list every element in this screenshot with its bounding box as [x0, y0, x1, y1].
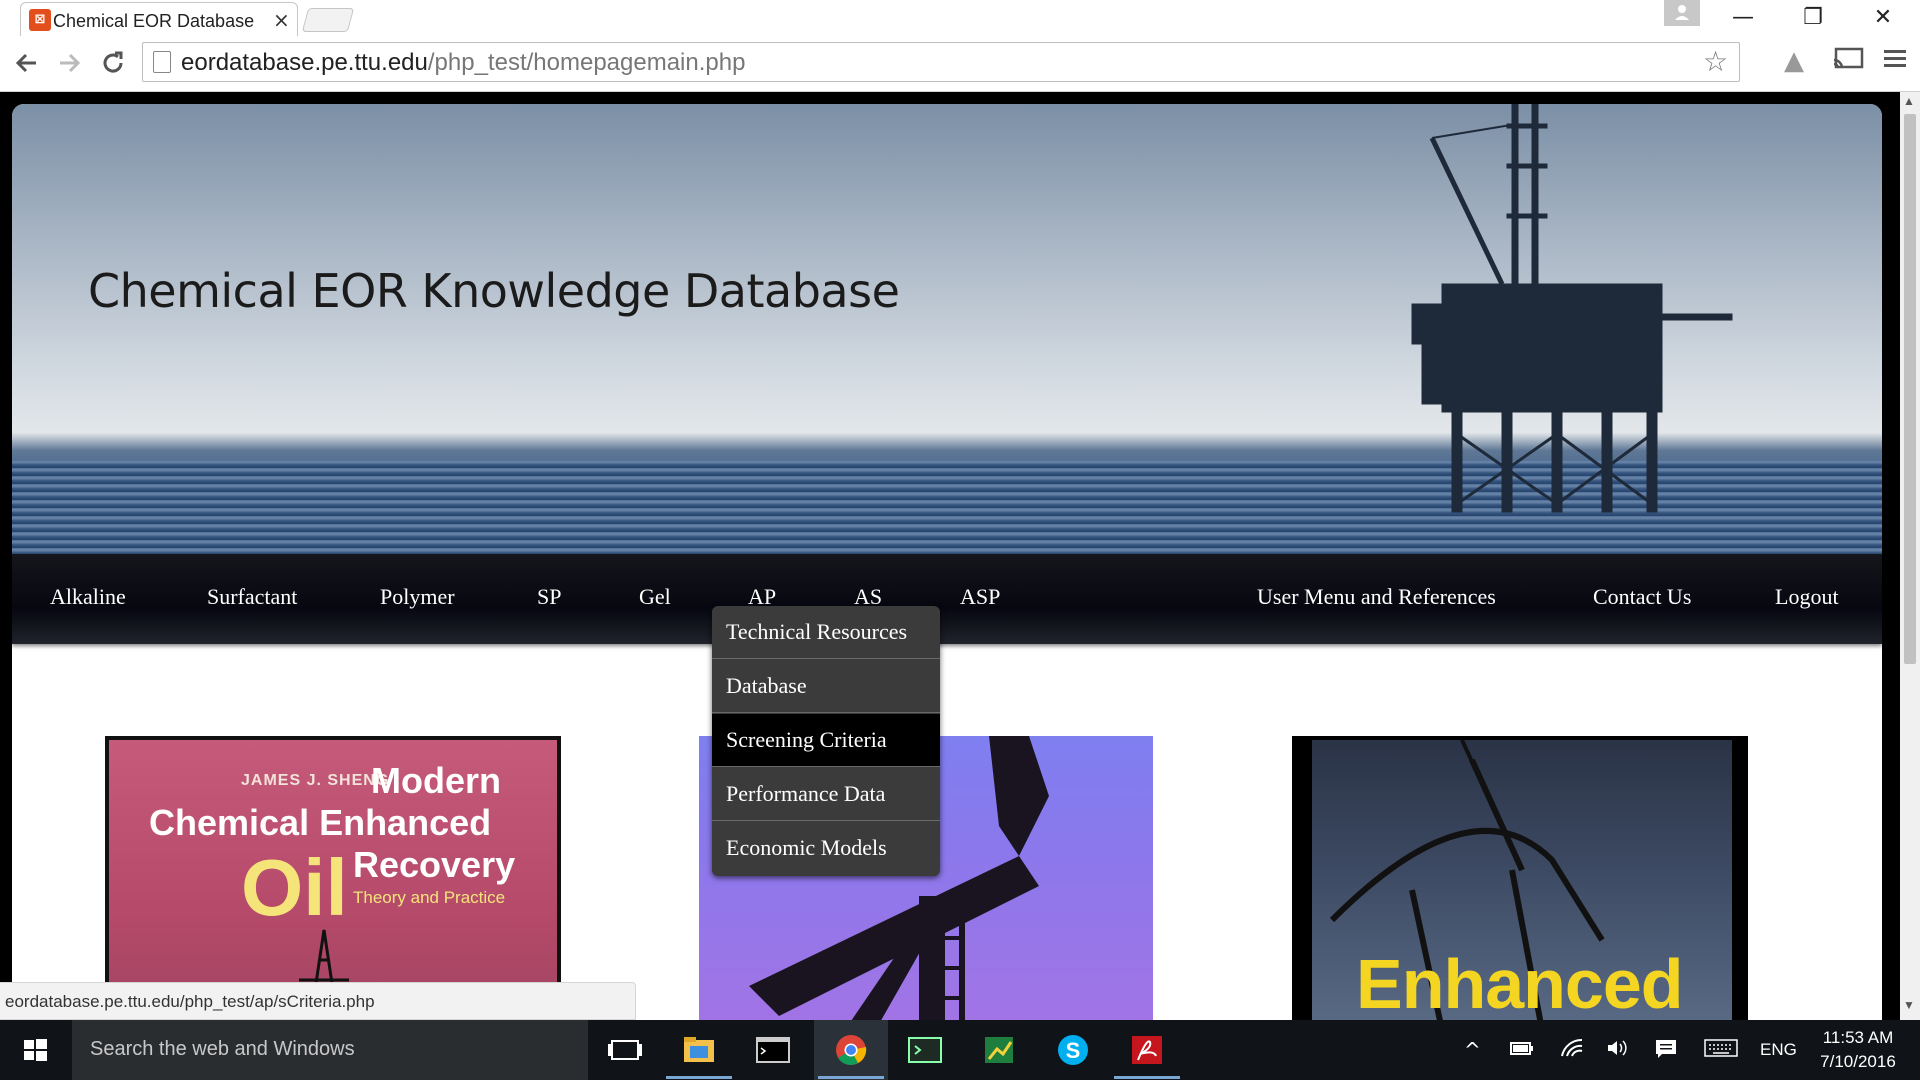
- page-icon: [153, 51, 171, 73]
- nav-contact-us[interactable]: Contact Us: [1593, 584, 1691, 610]
- forward-arrow-icon[interactable]: [50, 44, 88, 82]
- nav-sp[interactable]: SP: [537, 584, 561, 610]
- vertical-scrollbar[interactable]: ▲ ▼: [1900, 92, 1920, 1020]
- book1-line3b: Recovery: [353, 844, 516, 885]
- chrome-running-indicator: [818, 1076, 884, 1079]
- chrome-taskbar-icon[interactable]: [814, 1020, 888, 1080]
- main-nav-bar: Alkaline Surfactant Polymer SP Gel AP AS…: [12, 554, 1882, 644]
- svg-text:S: S: [1066, 1038, 1081, 1063]
- oil-rig-image: [1411, 104, 1733, 513]
- minimize-icon[interactable]: —: [1720, 2, 1766, 34]
- clock-date: 7/10/2016: [1820, 1052, 1896, 1071]
- wifi-icon[interactable]: [1560, 1038, 1584, 1063]
- xampp-favicon-icon: ⊠: [29, 9, 51, 31]
- book1-author: JAMES J. SHENG: [241, 772, 390, 789]
- dropdown-economic-models[interactable]: Economic Models: [712, 822, 940, 875]
- new-tab-button[interactable]: [301, 8, 355, 32]
- tab-title: Chemical EOR Database: [53, 11, 255, 31]
- acrobat-running-indicator: [1114, 1076, 1180, 1079]
- spreadsheet-app-icon[interactable]: [962, 1020, 1036, 1080]
- book1-line2: Chemical Enhanced: [149, 802, 492, 843]
- windows-start-icon[interactable]: [0, 1020, 70, 1080]
- ap-dropdown-menu: Technical Resources Database Screening C…: [712, 606, 940, 876]
- browser-toolbar: eordatabase.pe.ttu.edu/php_test/homepage…: [0, 36, 1920, 92]
- nav-gel[interactable]: Gel: [639, 584, 671, 610]
- back-arrow-icon[interactable]: [8, 44, 46, 82]
- dropdown-performance-data[interactable]: Performance Data: [712, 768, 940, 821]
- windows-taskbar: Search the web and Windows S ^ ENG 11:53…: [0, 1020, 1920, 1080]
- dropdown-database[interactable]: Database: [712, 660, 940, 713]
- task-view-icon[interactable]: [588, 1020, 662, 1080]
- nav-polymer[interactable]: Polymer: [380, 584, 455, 610]
- menu-icon[interactable]: [1882, 46, 1908, 79]
- terminal-app-icon[interactable]: [888, 1020, 962, 1080]
- nav-asp[interactable]: ASP: [960, 584, 1000, 610]
- url-host: eordatabase.pe.ttu.edu: [181, 49, 428, 76]
- taskbar-search-box[interactable]: Search the web and Windows: [72, 1020, 588, 1080]
- book2-title: Enhanced: [1356, 945, 1684, 1020]
- nav-logout[interactable]: Logout: [1775, 584, 1839, 610]
- nav-surfactant[interactable]: Surfactant: [207, 584, 297, 610]
- file-explorer-running-indicator: [666, 1076, 732, 1079]
- book1-subtitle: Theory and Practice: [353, 888, 506, 907]
- action-center-icon[interactable]: [1654, 1038, 1678, 1065]
- cast-icon[interactable]: [1832, 46, 1864, 79]
- reload-icon[interactable]: [94, 44, 132, 82]
- scroll-down-icon[interactable]: ▼: [1903, 998, 1915, 1012]
- address-bar[interactable]: eordatabase.pe.ttu.edu/php_test/homepage…: [142, 42, 1740, 82]
- scroll-up-icon[interactable]: ▲: [1903, 94, 1915, 108]
- browser-tab[interactable]: ⊠ Chemical EOR Database ×: [20, 2, 298, 38]
- language-indicator[interactable]: ENG: [1760, 1040, 1797, 1060]
- nav-alkaline[interactable]: Alkaline: [50, 584, 126, 610]
- profile-icon[interactable]: [1664, 0, 1700, 26]
- bookmark-star-icon[interactable]: ☆: [1703, 45, 1728, 78]
- header-banner: Chemical EOR Knowledge Database: [12, 104, 1882, 554]
- taskbar-clock[interactable]: 11:53 AM 7/10/2016: [1810, 1026, 1906, 1074]
- browser-tab-strip: ⊠ Chemical EOR Database × — ❐ ✕: [0, 0, 1920, 38]
- file-explorer-icon[interactable]: [662, 1020, 736, 1080]
- skype-icon[interactable]: S: [1036, 1020, 1110, 1080]
- close-window-icon[interactable]: ✕: [1860, 2, 1906, 34]
- book1-line3a: Oil: [241, 843, 348, 932]
- show-hidden-icons-icon[interactable]: ^: [1464, 1038, 1481, 1062]
- extension-drive-icon[interactable]: ▲: [1784, 46, 1804, 76]
- acrobat-icon[interactable]: [1110, 1020, 1184, 1080]
- book1-line1: Modern: [371, 760, 501, 801]
- nav-user-menu-references[interactable]: User Menu and References: [1257, 584, 1496, 610]
- url-path: /php_test/homepagemain.php: [427, 49, 746, 76]
- tab-close-icon[interactable]: ×: [273, 8, 290, 32]
- scrollbar-thumb[interactable]: [1904, 114, 1916, 664]
- link-status-bubble: eordatabase.pe.ttu.edu/php_test/ap/sCrit…: [0, 982, 636, 1020]
- site-title: Chemical EOR Knowledge Database: [88, 264, 900, 318]
- battery-icon[interactable]: [1510, 1038, 1534, 1063]
- dropdown-screening-criteria[interactable]: Screening Criteria: [712, 714, 940, 767]
- volume-icon[interactable]: [1606, 1038, 1630, 1063]
- restore-icon[interactable]: ❐: [1790, 2, 1836, 34]
- book-cover-enhanced[interactable]: Enhanced: [1292, 736, 1748, 1020]
- dropdown-technical-resources[interactable]: Technical Resources: [712, 606, 940, 659]
- page-container: Chemical EOR Knowledge Database Alkaline…: [12, 104, 1882, 1020]
- book-cover-modern-ceor[interactable]: JAMES J. SHENG Modern Chemical Enhanced …: [105, 736, 561, 1020]
- clock-time: 11:53 AM: [1822, 1028, 1894, 1047]
- touch-keyboard-icon[interactable]: [1704, 1038, 1738, 1063]
- command-prompt-icon[interactable]: [736, 1020, 810, 1080]
- url-text[interactable]: eordatabase.pe.ttu.edu/php_test/homepage…: [181, 49, 745, 77]
